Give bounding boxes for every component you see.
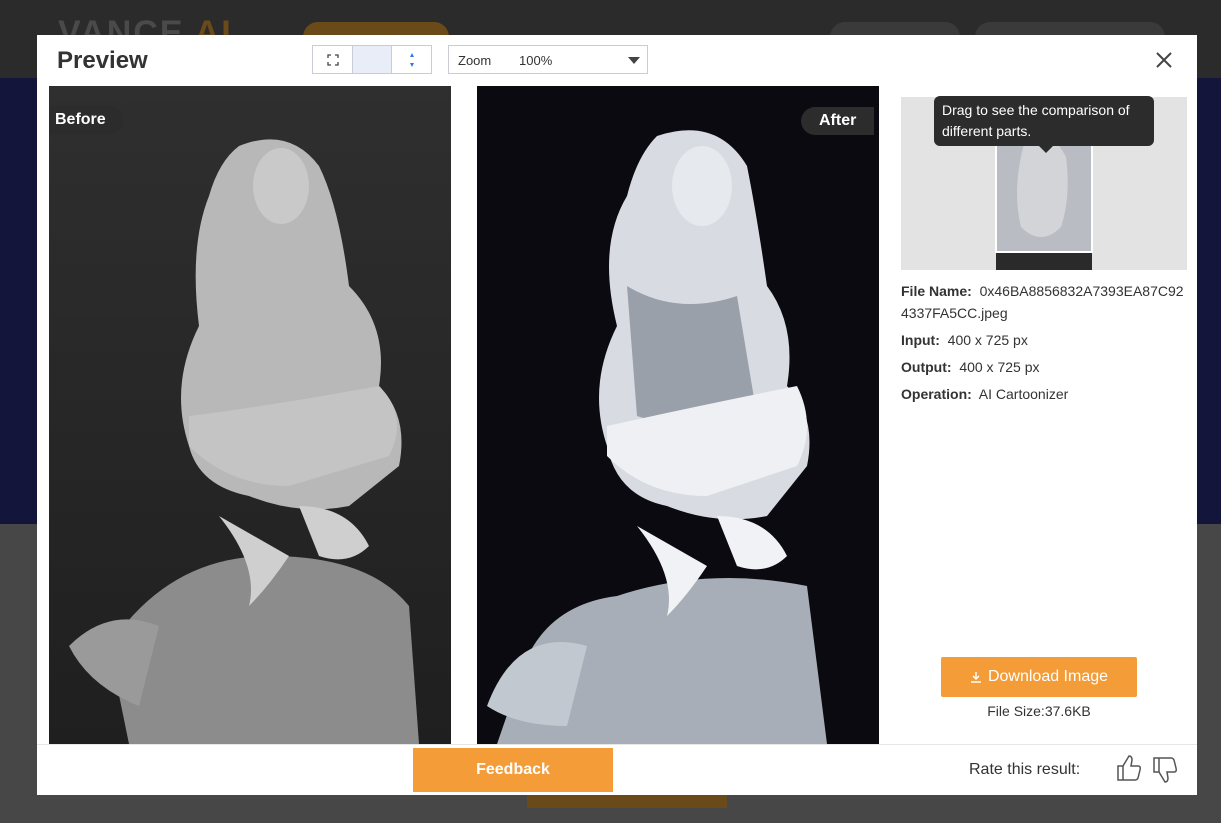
output-label: Output:	[901, 359, 952, 375]
input-row: Input: 400 x 725 px	[901, 329, 1191, 351]
expand-icon	[326, 53, 339, 66]
navigator-tooltip: Drag to see the comparison of different …	[934, 96, 1154, 153]
thumbs-down-button[interactable]	[1151, 755, 1179, 785]
output-value: 400 x 725 px	[959, 359, 1040, 375]
zoom-value: 100%	[519, 53, 553, 68]
zoom-select[interactable]: Zoom 100%	[448, 45, 648, 74]
preview-modal: Preview Zoom 100% Before After Drag to s…	[37, 35, 1197, 795]
after-image	[477, 86, 879, 744]
before-image: Before	[49, 86, 451, 744]
output-row: Output: 400 x 725 px	[901, 356, 1191, 378]
input-value: 400 x 725 px	[947, 332, 1028, 348]
split-view-button[interactable]	[392, 46, 431, 73]
operation-label: Operation:	[901, 386, 972, 402]
download-image-button[interactable]: Download Image	[941, 657, 1137, 697]
side-by-side-view-button[interactable]	[353, 46, 392, 73]
background-button	[527, 794, 727, 808]
close-icon	[1156, 52, 1172, 68]
split-arrows-icon	[409, 52, 414, 67]
view-mode-toggle	[312, 45, 432, 74]
thumbs-up-button[interactable]	[1115, 753, 1143, 783]
file-name-label: File Name:	[901, 283, 972, 299]
close-button[interactable]	[1153, 49, 1175, 71]
thumbs-down-icon	[1153, 757, 1177, 783]
after-tag: After	[801, 107, 875, 135]
file-info-panel: File Name: 0x46BA8856832A7393EA87C924337…	[901, 280, 1191, 410]
zoom-label: Zoom	[458, 53, 492, 68]
chevron-down-icon	[628, 57, 640, 64]
rate-label: Rate this result:	[969, 761, 1081, 778]
download-label: Download Image	[987, 668, 1109, 685]
download-icon	[970, 672, 981, 683]
file-name-row: File Name: 0x46BA8856832A7393EA87C924337…	[901, 280, 1191, 324]
operation-row: Operation: AI Cartoonizer	[901, 383, 1191, 405]
input-label: Input:	[901, 332, 940, 348]
thumbs-up-icon	[1117, 755, 1141, 781]
feedback-button[interactable]: Feedback	[413, 748, 613, 792]
before-tag: Before	[49, 106, 124, 134]
modal-title: Preview	[57, 47, 148, 74]
fullscreen-view-button[interactable]	[313, 46, 353, 73]
footer-divider	[37, 744, 1197, 745]
operation-value: AI Cartoonizer	[978, 386, 1069, 402]
file-size: File Size:37.6KB	[987, 703, 1091, 719]
